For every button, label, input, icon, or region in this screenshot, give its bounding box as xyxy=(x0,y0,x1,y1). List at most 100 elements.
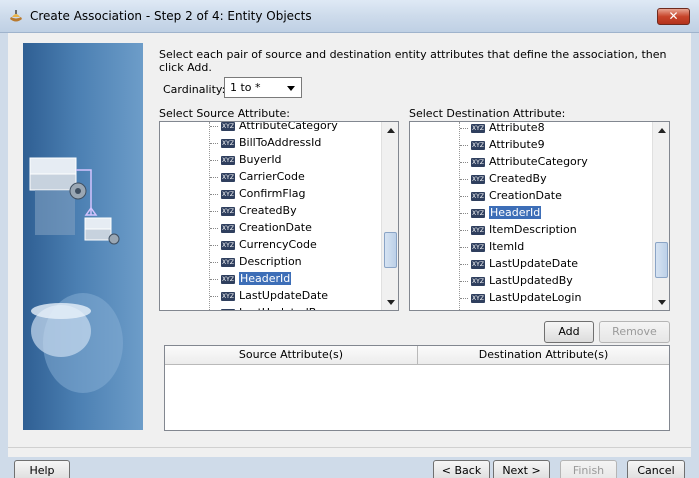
attribute-icon: XYZ xyxy=(471,225,485,235)
attribute-icon: XYZ xyxy=(221,291,235,301)
tree-item[interactable]: XYZ AttributeCategory xyxy=(210,122,338,134)
tree-item-label: ConfirmFlag xyxy=(239,187,306,200)
tree-item[interactable]: XYZ CarrierCode xyxy=(210,169,305,185)
close-button[interactable]: ✕ xyxy=(657,8,690,25)
footer-divider xyxy=(8,447,691,448)
tree-connector xyxy=(460,229,468,231)
tree-connector xyxy=(210,227,218,229)
tree-item-label: Attribute9 xyxy=(489,138,545,151)
tree-item[interactable]: XYZ BuyerId xyxy=(210,152,282,168)
attribute-icon: XYZ xyxy=(471,276,485,286)
tree-item-label: HeaderId xyxy=(489,206,542,219)
arrow-up-icon xyxy=(658,128,666,133)
scroll-down-button[interactable] xyxy=(383,294,398,310)
tree-connector xyxy=(210,261,218,263)
attribute-icon: XYZ xyxy=(471,259,485,269)
cardinality-value: 1 to * xyxy=(230,81,261,94)
attribute-icon: XYZ xyxy=(471,191,485,201)
tree-connector xyxy=(460,195,468,197)
tree-connector xyxy=(460,246,468,248)
scroll-up-button[interactable] xyxy=(654,122,669,138)
tree-connector xyxy=(460,297,468,299)
tree-item-label: CreatedBy xyxy=(489,172,547,185)
destination-attribute-tree[interactable]: XYZ Attribute8 XYZ Attribute9 XYZ AttributeCa… xyxy=(409,121,670,311)
tree-connector xyxy=(210,125,218,127)
help-button[interactable]: Help xyxy=(14,460,70,478)
next-button[interactable]: Next > xyxy=(493,460,550,478)
tree-item-label: LastUpdatedBy xyxy=(489,274,573,287)
destination-attribute-label: Select Destination Attribute: xyxy=(409,107,566,120)
finish-button[interactable]: Finish xyxy=(560,460,617,478)
source-attribute-tree[interactable]: XYZ AttributeCategory XYZ BillToAddressId XY… xyxy=(159,121,399,311)
tree-item[interactable]: XYZ ItemId xyxy=(460,239,524,255)
dialog-body: Select each pair of source and destinati… xyxy=(8,33,691,457)
tree-item[interactable]: XYZ LastUpdatedBy xyxy=(460,273,573,289)
tree-item[interactable]: XYZ LastUpdatedBy xyxy=(210,305,323,310)
attribute-icon: XYZ xyxy=(221,240,235,250)
tree-connector xyxy=(460,127,468,129)
column-source[interactable]: Source Attribute(s) xyxy=(165,346,417,365)
tree-item[interactable]: XYZ Attribute9 xyxy=(460,137,545,153)
scroll-up-button[interactable] xyxy=(383,122,398,138)
tree-item[interactable]: XYZ AttributeCategory xyxy=(460,154,588,170)
tree-connector xyxy=(210,142,218,144)
tree-item[interactable]: XYZ HeaderId xyxy=(460,205,542,221)
source-attribute-label: Select Source Attribute: xyxy=(159,107,290,120)
tree-item-label: CurrencyCode xyxy=(239,238,317,251)
tree-item[interactable]: XYZ CreationDate xyxy=(210,220,312,236)
tree-item[interactable]: XYZ LastUpdateDate xyxy=(210,288,328,304)
tree-item[interactable]: XYZ Description xyxy=(210,254,302,270)
tree-item[interactable]: XYZ CreatedBy xyxy=(460,171,547,187)
tree-connector xyxy=(460,263,468,265)
tree-item-label: ItemDescription xyxy=(489,223,577,236)
tree-connector xyxy=(460,144,468,146)
close-icon: ✕ xyxy=(668,9,679,23)
attribute-icon: XYZ xyxy=(221,172,235,182)
tree-item[interactable]: XYZ ConfirmFlag xyxy=(210,186,305,202)
cardinality-select[interactable]: 1 to * xyxy=(224,77,302,98)
back-button[interactable]: < Back xyxy=(433,460,490,478)
tree-item[interactable]: XYZ CreatedBy xyxy=(210,203,297,219)
remove-button[interactable]: Remove xyxy=(599,321,670,343)
tree-item-label: Attribute8 xyxy=(489,121,545,134)
attribute-icon: XYZ xyxy=(471,157,485,167)
arrow-down-icon xyxy=(387,300,395,305)
arrow-down-icon xyxy=(658,300,666,305)
scroll-down-button[interactable] xyxy=(654,294,669,310)
tree-item[interactable]: XYZ LastUpdateDate xyxy=(460,256,578,272)
tree-item-label: LastUpdateLogin xyxy=(489,291,582,304)
tree-item[interactable]: XYZ HeaderId xyxy=(210,271,292,287)
tree-item[interactable]: XYZ BillToAddressId xyxy=(210,135,321,151)
window-title: Create Association - Step 2 of 4: Entity… xyxy=(30,9,312,23)
scroll-thumb[interactable] xyxy=(655,242,668,278)
add-button[interactable]: Add xyxy=(544,321,594,343)
arrow-up-icon xyxy=(387,128,395,133)
attribute-icon: XYZ xyxy=(221,138,235,148)
tree-connector xyxy=(210,295,218,297)
tree-item-label: LastUpdatedBy xyxy=(239,306,323,310)
column-destination[interactable]: Destination Attribute(s) xyxy=(418,346,669,365)
tree-item[interactable]: XYZ ItemDescription xyxy=(460,222,577,238)
tree-item-label: ItemId xyxy=(489,240,525,253)
attribute-icon: XYZ xyxy=(221,308,235,310)
tree-item-label: AttributeCategory xyxy=(489,155,588,168)
attribute-icon: XYZ xyxy=(221,257,235,267)
tree-item-label: LastUpdateDate xyxy=(489,257,579,270)
tree-item[interactable]: XYZ LastUpdateLogin xyxy=(460,290,581,306)
attribute-icon: XYZ xyxy=(221,189,235,199)
tree-connector xyxy=(460,280,468,282)
attribute-icon: XYZ xyxy=(471,123,485,133)
cancel-button[interactable]: Cancel xyxy=(627,460,685,478)
tree-item-label: BillToAddressId xyxy=(239,136,322,149)
tree-item[interactable]: XYZ Attribute8 xyxy=(460,121,545,136)
tree-item[interactable]: XYZ CreationDate xyxy=(460,188,562,204)
association-table: Source Attribute(s) Destination Attribut… xyxy=(164,345,670,431)
association-illustration-icon xyxy=(29,157,123,393)
chevron-down-icon xyxy=(287,86,295,91)
source-scrollbar[interactable] xyxy=(381,122,398,310)
tree-item-label: CreationDate xyxy=(239,221,312,234)
scroll-thumb[interactable] xyxy=(384,232,397,268)
destination-scrollbar[interactable] xyxy=(652,122,669,310)
attribute-icon: XYZ xyxy=(471,140,485,150)
tree-item[interactable]: XYZ CurrencyCode xyxy=(210,237,317,253)
